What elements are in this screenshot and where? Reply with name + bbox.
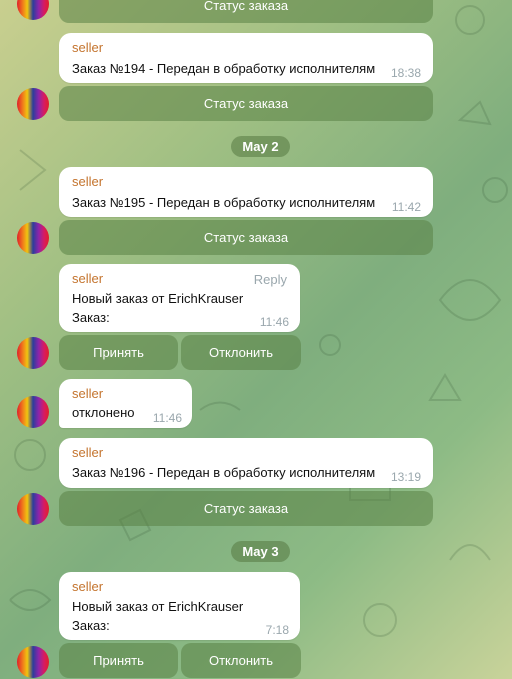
message-text: Заказ №196 - Передан в обработку исполни…: [72, 465, 376, 480]
decline-button[interactable]: Отклонить: [181, 335, 301, 370]
message-text: Заказ №194 - Передан в обработку исполни…: [72, 61, 376, 76]
message-time: 11:46: [259, 315, 289, 329]
message-text: Новый заказ от ErichKrauser: [72, 291, 244, 306]
avatar[interactable]: [17, 396, 49, 428]
message-text: Заказ №195 - Передан в обработку исполни…: [72, 195, 376, 210]
order-status-button[interactable]: Статус заказа: [59, 491, 433, 526]
message-bubble[interactable]: seller Заказ №196 - Передан в обработку …: [59, 438, 433, 488]
message-text: Новый заказ от ErichKrauser: [72, 599, 244, 614]
message-text: отклонено: [72, 405, 135, 420]
message-bubble[interactable]: seller Заказ №194 - Передан в обработку …: [59, 33, 433, 83]
accept-button[interactable]: Принять: [59, 643, 178, 678]
decline-button[interactable]: Отклонить: [181, 643, 301, 678]
message-text: Заказ:: [72, 310, 110, 325]
message-text: Заказ:: [72, 618, 110, 633]
avatar[interactable]: [17, 88, 49, 120]
message-time: 18:38: [390, 66, 421, 80]
sender-name: seller: [72, 40, 104, 55]
message-bubble[interactable]: seller отклонено 11:46: [59, 379, 192, 428]
message-time: 13:19: [390, 470, 421, 484]
message-bubble[interactable]: seller Заказ №195 - Передан в обработку …: [59, 167, 433, 217]
order-status-button[interactable]: Статус заказа: [59, 0, 433, 23]
sender-name: seller: [72, 174, 104, 189]
order-status-button[interactable]: Статус заказа: [59, 220, 433, 255]
avatar[interactable]: [17, 646, 49, 678]
message-time: 11:46: [152, 411, 182, 425]
sender-name: seller: [72, 445, 104, 460]
sender-name: seller: [72, 386, 104, 401]
avatar[interactable]: [17, 222, 49, 254]
message-time: 11:42: [391, 200, 421, 214]
reply-link[interactable]: Reply: [254, 272, 287, 287]
accept-button[interactable]: Принять: [59, 335, 178, 370]
avatar[interactable]: [17, 337, 49, 369]
chat-history: Статус заказа seller Заказ №194 - Переда…: [0, 0, 512, 679]
date-separator: May 2: [231, 136, 290, 157]
message-bubble[interactable]: seller Reply Новый заказ от ErichKrauser…: [59, 264, 300, 332]
message-time: 7:18: [265, 623, 289, 637]
date-separator: May 3: [231, 541, 290, 562]
message-bubble[interactable]: seller Новый заказ от ErichKrauser Заказ…: [59, 572, 300, 640]
sender-name: seller: [72, 579, 104, 594]
sender-name: seller: [72, 271, 104, 286]
avatar[interactable]: [17, 493, 49, 525]
order-status-button[interactable]: Статус заказа: [59, 86, 433, 121]
